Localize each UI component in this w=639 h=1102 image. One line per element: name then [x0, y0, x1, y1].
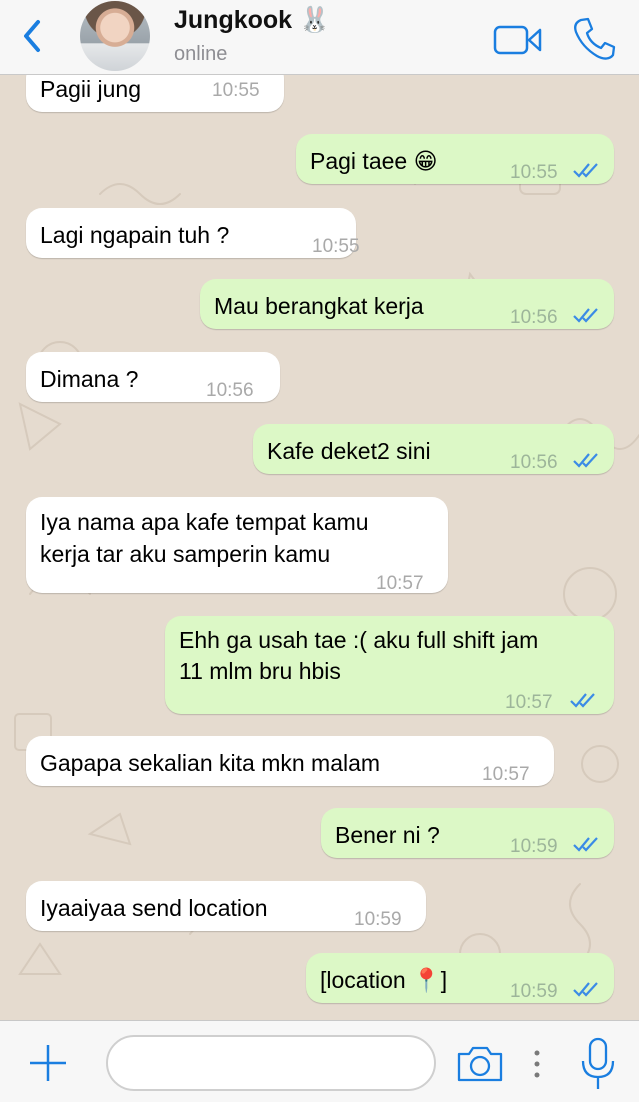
- message-bubble-outgoing[interactable]: Mau berangkat kerja 10:56: [200, 279, 614, 329]
- message-bubble-outgoing[interactable]: [location 📍] 10:59: [306, 953, 614, 1003]
- message-bubble-incoming[interactable]: Pagii jung 10:55: [26, 74, 284, 112]
- read-receipt-icon: [573, 163, 598, 178]
- message-text-line-1: Ehh ga usah tae :( aku full shift jam: [179, 627, 539, 653]
- message-time: 10:59: [354, 909, 402, 930]
- message-time: 10:55: [510, 162, 558, 183]
- message-text: Gapapa sekalian kita mkn malam: [40, 750, 381, 776]
- chat-area[interactable]: Pagii jung 10:55 Pagi taee 😁 10:55 Lagi …: [0, 74, 639, 1020]
- message-text-line-1: Iya nama apa kafe tempat kamu: [40, 509, 369, 535]
- message-text: Bener ni ?: [335, 822, 440, 848]
- message-bubble-incoming[interactable]: Lagi ngapain tuh ? 10:55: [26, 208, 360, 258]
- message-bubble-incoming[interactable]: Dimana ? 10:56: [26, 352, 280, 402]
- message-time: 10:57: [482, 764, 530, 785]
- read-receipt-icon: [573, 453, 598, 468]
- message-time: 10:59: [510, 836, 558, 857]
- read-receipt-icon: [570, 693, 595, 708]
- message-bubble-incoming[interactable]: Iya nama apa kafe tempat kamu kerja tar …: [26, 497, 448, 594]
- more-vertical-icon[interactable]: [530, 1049, 544, 1079]
- read-receipt-icon: [573, 308, 598, 323]
- message-text: Lagi ngapain tuh ?: [40, 222, 230, 248]
- message-time: 10:55: [312, 236, 360, 257]
- phone-icon[interactable]: [570, 15, 618, 63]
- message-bubble-incoming[interactable]: Gapapa sekalian kita mkn malam 10:57: [26, 736, 554, 786]
- message-text-line-2: 11 mlm bru hbis: [179, 658, 341, 684]
- contact-name[interactable]: Jungkook 🐰: [174, 6, 330, 35]
- read-receipt-icon: [573, 837, 598, 852]
- chevron-left-icon[interactable]: [18, 14, 48, 58]
- message-bubble-outgoing[interactable]: Pagi taee 😁 10:55: [296, 134, 614, 184]
- contact-avatar[interactable]: [80, 1, 150, 71]
- message-time: 10:56: [206, 380, 254, 401]
- camera-icon[interactable]: [456, 1045, 504, 1083]
- message-bubble-outgoing[interactable]: Kafe deket2 sini 10:56: [253, 424, 614, 474]
- message-time: 10:56: [510, 307, 558, 328]
- message-bubble-outgoing[interactable]: Bener ni ? 10:59: [321, 808, 614, 858]
- message-text-line-2: kerja tar aku samperin kamu: [40, 541, 331, 567]
- message-time: 10:59: [510, 981, 558, 1002]
- message-text: [location 📍]: [320, 967, 448, 993]
- message-time: 10:57: [376, 573, 424, 594]
- read-receipt-icon: [573, 982, 598, 997]
- message-input[interactable]: [106, 1035, 436, 1091]
- message-bubble-outgoing[interactable]: Ehh ga usah tae :( aku full shift jam 11…: [165, 616, 614, 714]
- message-time: 10:56: [510, 452, 558, 473]
- message-input-bar: [0, 1020, 639, 1102]
- video-camera-icon[interactable]: [492, 22, 544, 58]
- plus-icon[interactable]: [28, 1043, 68, 1083]
- microphone-icon[interactable]: [578, 1037, 618, 1091]
- message-time: 10:57: [505, 692, 553, 713]
- contact-status: online: [174, 43, 228, 65]
- message-bubble-incoming[interactable]: Iyaaiyaa send location 10:59: [26, 881, 426, 931]
- chat-header: Jungkook 🐰 online: [0, 0, 639, 75]
- message-time: 10:55: [212, 80, 260, 101]
